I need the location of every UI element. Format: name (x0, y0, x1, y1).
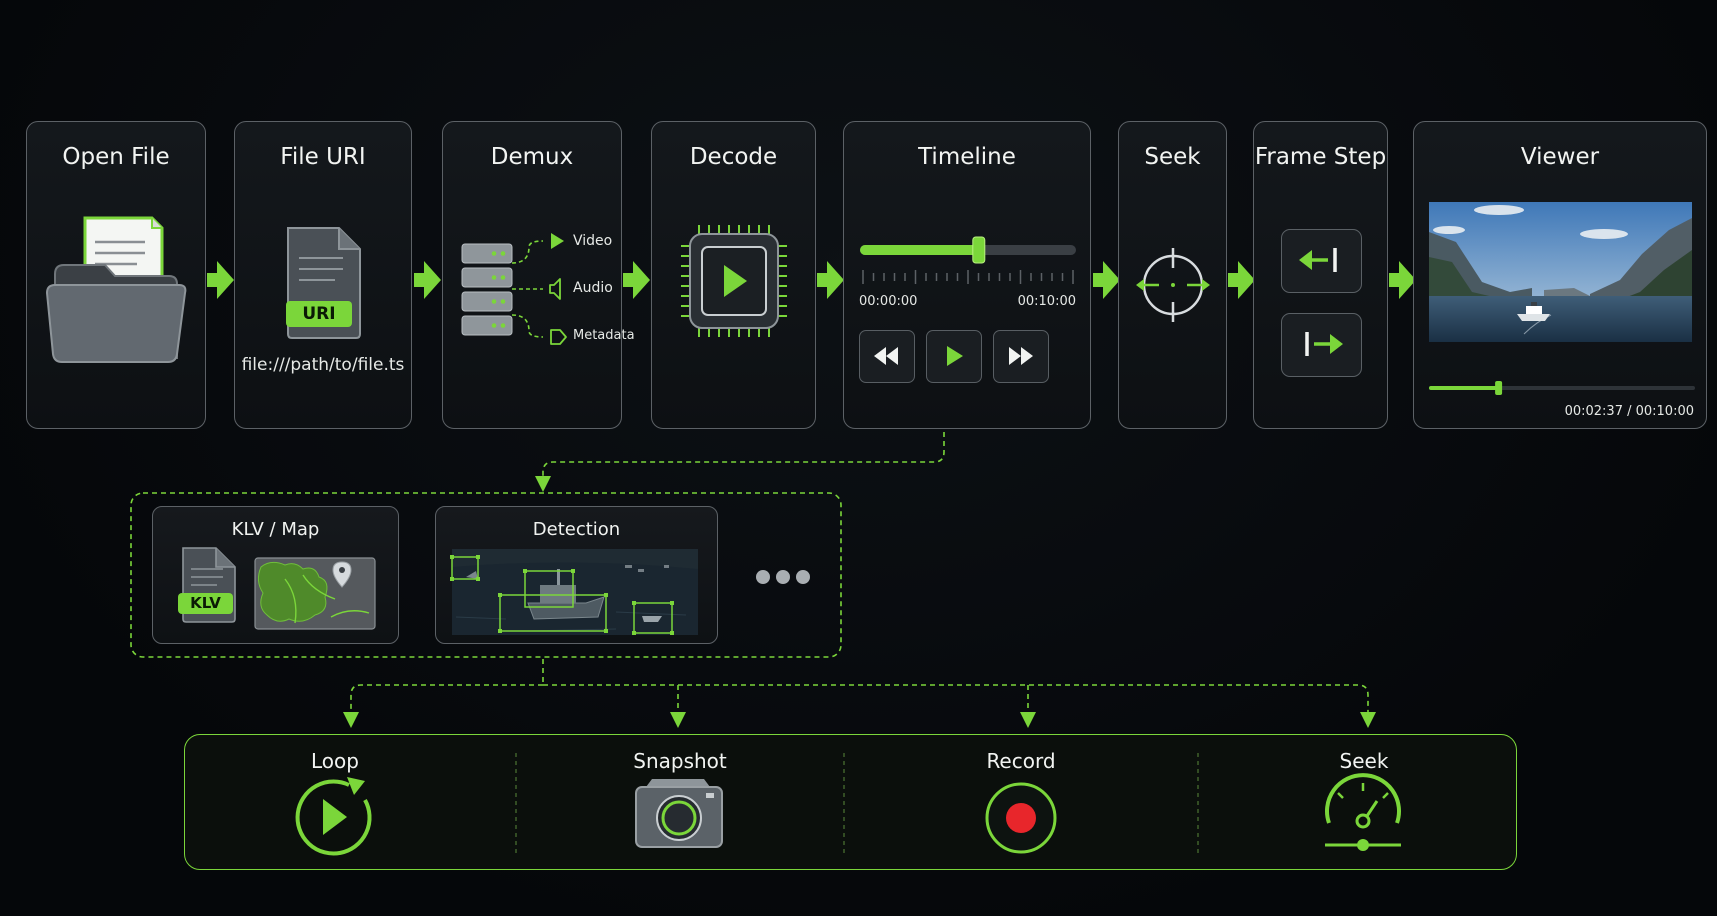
demux-output-audio: Audio (573, 280, 613, 296)
fast-forward-icon (1009, 347, 1033, 365)
timeline-start-time: 00:00:00 (859, 294, 918, 309)
more-dots-icon[interactable] (748, 562, 818, 592)
step-back-icon (1299, 248, 1337, 272)
arrow-timeline-seek (1093, 261, 1120, 299)
klv-map-icons (182, 547, 376, 630)
video-play-icon (551, 233, 564, 249)
stage-demux[interactable]: Demux Video Audio Metadata (442, 121, 635, 429)
demux-output-video: Video (573, 233, 613, 249)
audio-speaker-icon (549, 278, 561, 300)
rewind-button[interactable] (859, 330, 915, 383)
timeline-handle (972, 236, 986, 264)
link-timeline-overlays (535, 432, 945, 492)
camera-icon (635, 779, 723, 848)
play-button[interactable] (926, 330, 982, 383)
viewer-progress-fill (1429, 386, 1499, 390)
action-snapshot[interactable]: Snapshot (540, 735, 820, 871)
uri-badge: URI (286, 301, 352, 327)
demux-output-metadata: Metadata (573, 328, 635, 343)
stage-file-uri[interactable]: File URI URI file:///path/to/file.ts (234, 121, 412, 429)
overlay-detection[interactable]: Detection (435, 506, 718, 644)
viewer-progress-handle (1495, 381, 1503, 395)
action-seek[interactable]: Seek (1219, 735, 1509, 871)
map-icon (254, 557, 376, 630)
klv-badge: KLV (178, 593, 233, 614)
play-icon (947, 346, 963, 366)
timeline-ticks (862, 270, 1074, 284)
fast-forward-button[interactable] (993, 330, 1049, 383)
timeline-end-time: 00:10:00 (1017, 294, 1076, 309)
pipeline-diagram: Open File File URI URI file:///path/to/f… (0, 0, 1717, 916)
timeline-progress-fill (860, 245, 979, 255)
stage-seek[interactable]: Seek (1118, 121, 1227, 429)
folder-icon (45, 216, 187, 363)
stage-open-file[interactable]: Open File (26, 121, 206, 429)
stage-decode[interactable]: Decode (651, 121, 816, 429)
action-loop[interactable]: Loop (201, 735, 469, 871)
chip-icon (681, 225, 787, 337)
server-stack-icon (461, 233, 567, 345)
arrow-framestep-viewer (1389, 261, 1416, 299)
overlay-klv-map[interactable]: KLV / Map KLV (152, 506, 399, 644)
file-path: file:///path/to/file.ts (241, 355, 405, 375)
step-forward-button[interactable] (1281, 313, 1362, 377)
viewer-frame (1429, 202, 1695, 395)
step-back-button[interactable] (1281, 229, 1362, 293)
arrow-demux-decode (623, 261, 650, 299)
crosshair-icon (1136, 248, 1210, 322)
arrow-seek-framestep (1228, 261, 1255, 299)
gauge-icon (1325, 773, 1401, 851)
step-forward-icon (1305, 332, 1343, 356)
metadata-tag-icon (550, 329, 567, 345)
stage-title: Frame Step (1254, 144, 1387, 170)
stage-viewer[interactable]: Viewer 00:02:37 / 00:10:00 (1413, 121, 1707, 429)
stage-timeline[interactable]: Timeline 00:00:00 00:10:00 (843, 121, 1091, 429)
detection-frame (450, 549, 698, 635)
arrow-decode-timeline (817, 261, 844, 299)
stage-frame-step[interactable]: Frame Step (1253, 121, 1388, 429)
document-icon (287, 227, 361, 339)
rewind-icon (874, 347, 898, 365)
arrow-uri-demux (414, 261, 441, 299)
action-record[interactable]: Record (861, 735, 1181, 871)
arrow-openfile-uri (207, 261, 234, 299)
viewer-time-readout: 00:02:37 / 00:10:00 (1564, 404, 1694, 419)
record-icon (985, 782, 1057, 854)
actions-bar: Loop Snapshot Record Seek (184, 734, 1517, 870)
loop-play-icon (295, 777, 372, 856)
